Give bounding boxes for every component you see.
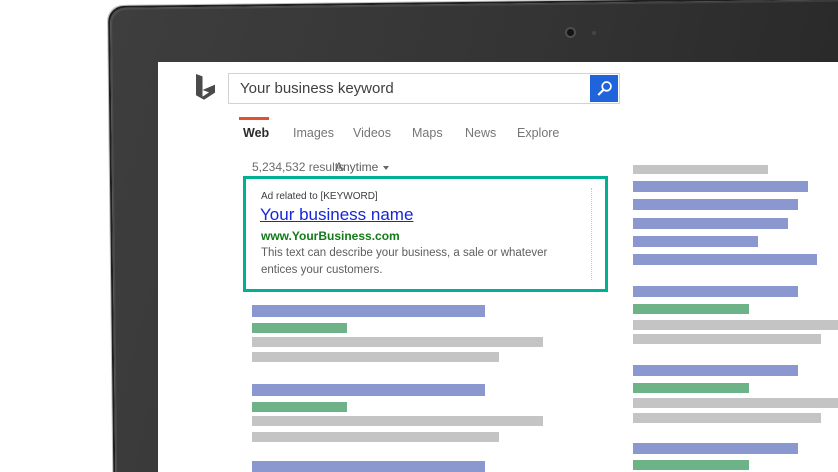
result-placeholder-bar-gray (252, 352, 499, 362)
result-placeholder-bar-green (633, 304, 749, 314)
result-placeholder-bar-gray (633, 165, 768, 174)
result-placeholder-bar-blue (252, 461, 485, 472)
result-placeholder-bar-blue (252, 384, 485, 396)
result-placeholder-bar-blue (633, 443, 798, 454)
bing-logo-icon[interactable] (194, 74, 216, 104)
result-placeholder-bar-green (633, 383, 749, 393)
webcam-icon (565, 27, 576, 38)
result-placeholder-bar-gray (633, 320, 838, 330)
result-placeholder-bar-gray (252, 337, 543, 347)
results-left-column (252, 62, 552, 472)
camera-sensor-icon (592, 31, 596, 35)
result-placeholder-bar-gray (633, 398, 838, 408)
result-placeholder-bar-blue (633, 218, 788, 229)
ad-dotted-divider (591, 188, 592, 280)
search-button[interactable] (590, 75, 618, 102)
search-icon (596, 81, 612, 96)
result-placeholder-bar-blue (633, 199, 798, 210)
result-placeholder-bar-blue (633, 236, 758, 247)
results-right-column (633, 62, 838, 472)
result-placeholder-bar-gray (252, 416, 543, 426)
result-placeholder-bar-green (252, 402, 347, 412)
result-placeholder-bar-blue (633, 181, 808, 192)
result-placeholder-bar-green (252, 323, 347, 333)
result-placeholder-bar-blue (633, 365, 798, 376)
result-placeholder-bar-blue (252, 305, 485, 317)
result-placeholder-bar-blue (633, 254, 817, 265)
result-placeholder-bar-gray (252, 432, 499, 442)
result-placeholder-bar-gray (633, 334, 821, 344)
result-placeholder-bar-gray (633, 413, 821, 423)
screen: Web Images Videos Maps News Explore 5,23… (158, 62, 838, 472)
page: Web Images Videos Maps News Explore 5,23… (0, 0, 838, 472)
result-placeholder-bar-blue (633, 286, 798, 297)
result-placeholder-bar-green (633, 460, 749, 470)
